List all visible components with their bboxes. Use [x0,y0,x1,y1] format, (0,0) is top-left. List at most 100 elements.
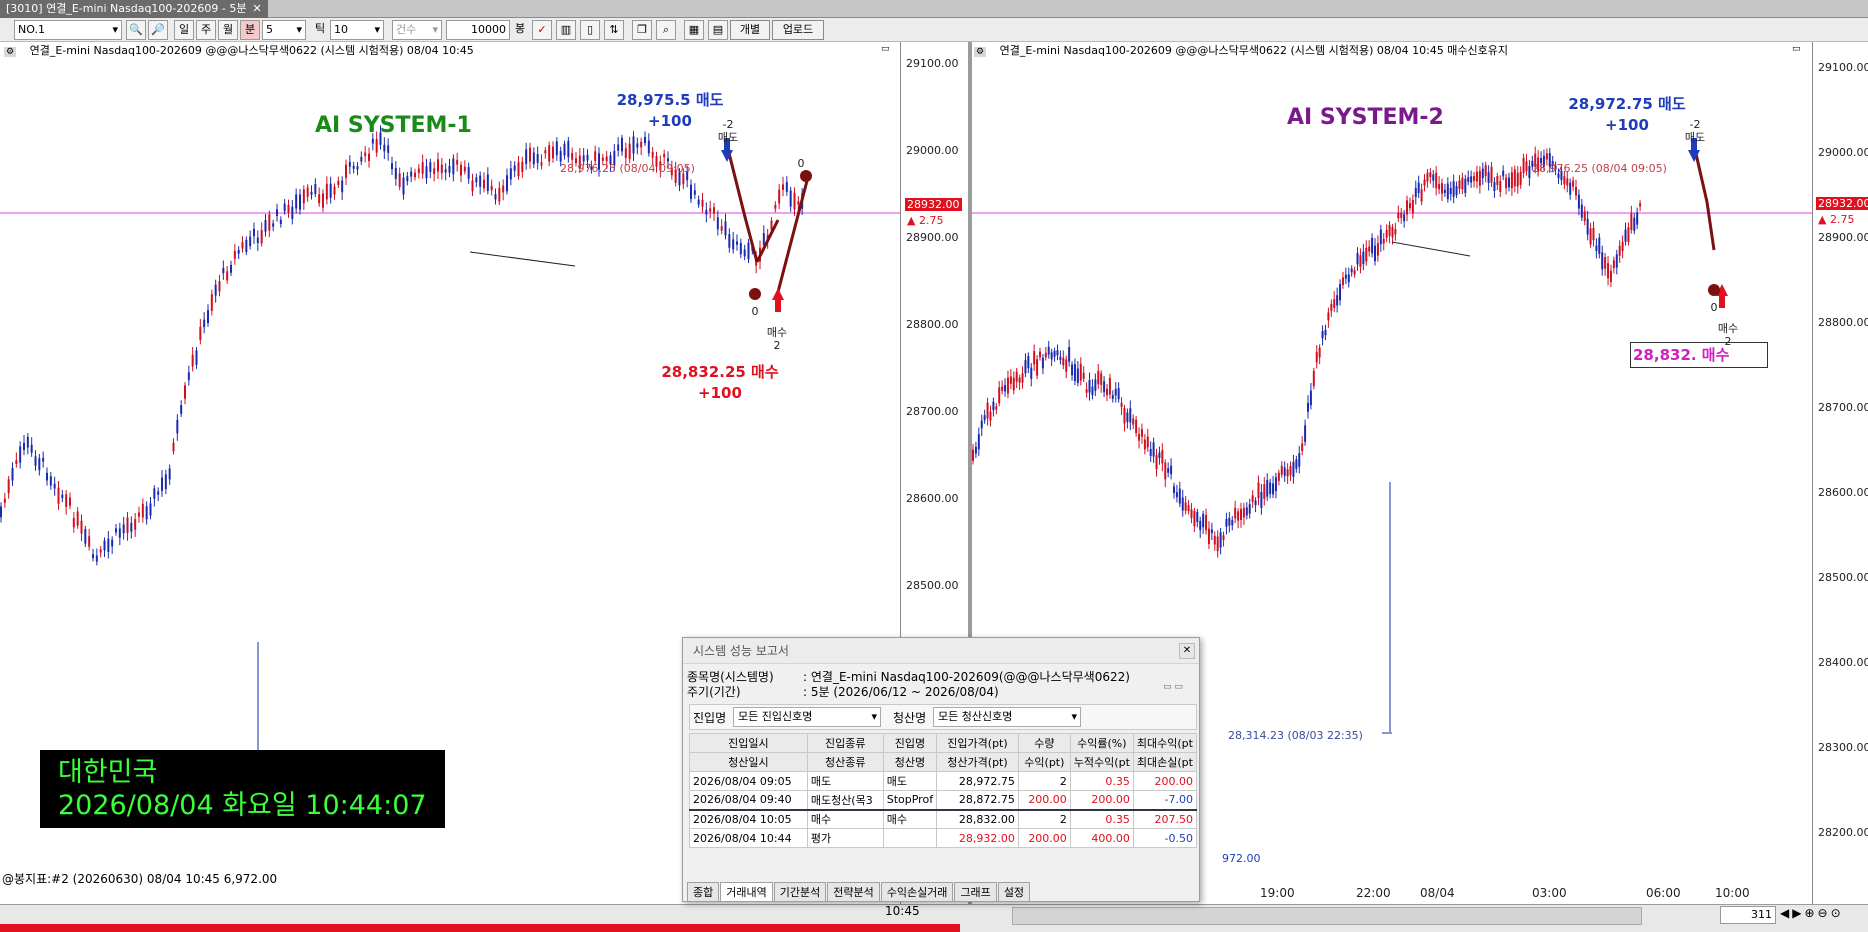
column-header[interactable]: 진입일시 [689,733,808,753]
candle-body [1222,535,1225,541]
report-tab[interactable]: 설정 [997,882,1031,902]
grid-icon[interactable]: ▦ [684,20,704,40]
candle-body [1426,172,1429,182]
report-tab[interactable]: 거래내역 [720,882,773,902]
candle-body [1598,237,1601,254]
report-tab[interactable]: 전략분석 [827,882,880,902]
period-select[interactable]: 5 ▾ [262,20,306,40]
exit-filter-select[interactable]: 모든 청산신호명 ▾ [933,707,1081,727]
table-cell: 2026/08/04 09:05 [689,771,808,791]
table-icon[interactable]: ▤ [708,20,728,40]
report-tab[interactable]: 기간분석 [773,882,827,902]
table-row[interactable]: 2026/08/04 10:05 매수 매수 28,832.00 2 0.35 207.50 [689,809,1198,829]
candle-body [279,219,282,224]
candle-body [1216,536,1219,552]
candle-body [1012,377,1015,391]
individual-button[interactable]: 개별 [730,20,770,40]
candle-body [774,204,777,209]
column-header[interactable]: 수익률(%) [1069,733,1134,753]
candle-body [456,159,459,165]
column-header[interactable]: 최대수익(pt [1132,733,1198,753]
table-row[interactable]: 2026/08/04 09:05 매도 매도 28,972.75 2 0.35 200.00 [689,771,1198,791]
left-scroll-track[interactable] [0,924,960,932]
report-tab[interactable]: 그래프 [954,882,997,902]
report-tab[interactable]: 수익손실거래 [880,882,954,902]
right-price-axis[interactable] [1812,42,1868,904]
candle-body [437,159,439,172]
month-button[interactable]: 월 [218,20,238,40]
left-exit-bottom-qty: 0 [751,305,759,318]
candle-body [80,520,83,534]
page-count-input[interactable]: 311 [1720,906,1776,924]
candle-body [1213,535,1216,545]
column-header[interactable]: 진입명 [882,733,938,753]
candle-body [1505,177,1508,189]
entry-filter-value: 모든 진입신호명 [738,710,813,723]
column-header[interactable]: 수익(pt) [1017,752,1071,772]
performance-report-dialog[interactable]: 시스템 성능 보고서 ✕ 종목명(시스템명) : 연결_E-mini Nasda… [682,637,1200,902]
candle-icon[interactable]: ▯ [580,20,600,40]
candle-body [1333,299,1336,308]
sell-qty: -2 [722,118,734,131]
candle-body [180,405,183,414]
week-button[interactable]: 주 [196,20,216,40]
candle-body [3,498,6,503]
candle-body [1508,177,1510,188]
candle-body [429,162,432,173]
column-header[interactable]: 진입종류 [806,733,884,753]
compare-icon[interactable]: ⇅ [604,20,624,40]
count-select[interactable]: 건수 ▾ [392,20,442,40]
symbol-select[interactable]: NO.1 ▾ [14,20,122,40]
candle-body [532,152,535,165]
bar-chart-icon[interactable]: ▥ [556,20,576,40]
table-row[interactable]: 2026/08/04 10:44 평가 28,932.00 200.00 400.00-… [689,828,1198,848]
candle-body [1484,165,1487,176]
right-sell-points: +100 [1605,116,1649,134]
table-cell: 207.50 [1132,809,1198,829]
candle-body [345,164,347,178]
candle-body [1006,377,1009,394]
upload-button[interactable]: 업로드 [772,20,824,40]
candle-body [191,354,194,367]
window-tab[interactable]: [3010] 연결_E-mini Nasdaq100-202609 - 5분 ✕ [0,0,268,18]
table-cell: 200.00 [1132,771,1198,791]
report-tab[interactable]: 종합 [687,882,720,902]
column-header[interactable]: 진입가격(pt) [936,733,1019,753]
column-header[interactable]: 청산명 [882,752,938,772]
column-header[interactable]: 수량 [1017,733,1071,753]
search-alt-icon[interactable]: 🔎 [148,20,168,40]
right-y_ticks-tick: 28600.00 [1818,486,1868,499]
table-row[interactable]: 2026/08/04 09:40 매도청산(목3 StopProf 28,872.75… [689,790,1198,810]
column-header[interactable]: 청산가격(pt) [936,752,1019,772]
candle-body [1304,425,1307,442]
column-header[interactable]: 청산종류 [806,752,884,772]
close-icon[interactable]: ✕ [252,0,261,18]
column-header[interactable]: 누적수익(pt [1069,752,1134,772]
right-scroll-track[interactable] [1012,907,1642,925]
candle-body [364,152,367,157]
indicator-icon[interactable]: ✓ [532,20,552,40]
zoom-controls[interactable]: ◀▶⊕⊖⊙ [1780,906,1844,920]
copy-icon[interactable]: ❐ [632,20,652,40]
right-x-tick: 22:00 [1356,886,1391,900]
candle-body [1365,247,1368,262]
candle-body [256,237,259,243]
minute-button[interactable]: 분 [240,20,260,40]
left-buy-price: 28,832.25 매수 [661,363,779,381]
entry-filter-select[interactable]: 모든 진입신호명 ▾ [733,707,881,727]
column-header[interactable]: 최대손실(pt [1132,752,1198,772]
search-icon[interactable]: 🔍 [126,20,146,40]
tick-select[interactable]: 10 ▾ [330,20,384,40]
candle-body [233,250,236,259]
count-input[interactable]: 10000 [446,20,510,40]
candle-body [483,179,485,189]
candle-body [544,150,547,154]
day-button[interactable]: 일 [174,20,194,40]
candle-body [76,511,79,526]
zoom-icon[interactable]: ⌕ [656,20,676,40]
candle-body [1391,226,1394,238]
report-window-icons[interactable]: ▭ ▭ [1163,682,1183,692]
column-header[interactable]: 청산일시 [689,752,808,772]
close-icon[interactable]: ✕ [1179,643,1195,659]
candle-body [1385,230,1388,238]
